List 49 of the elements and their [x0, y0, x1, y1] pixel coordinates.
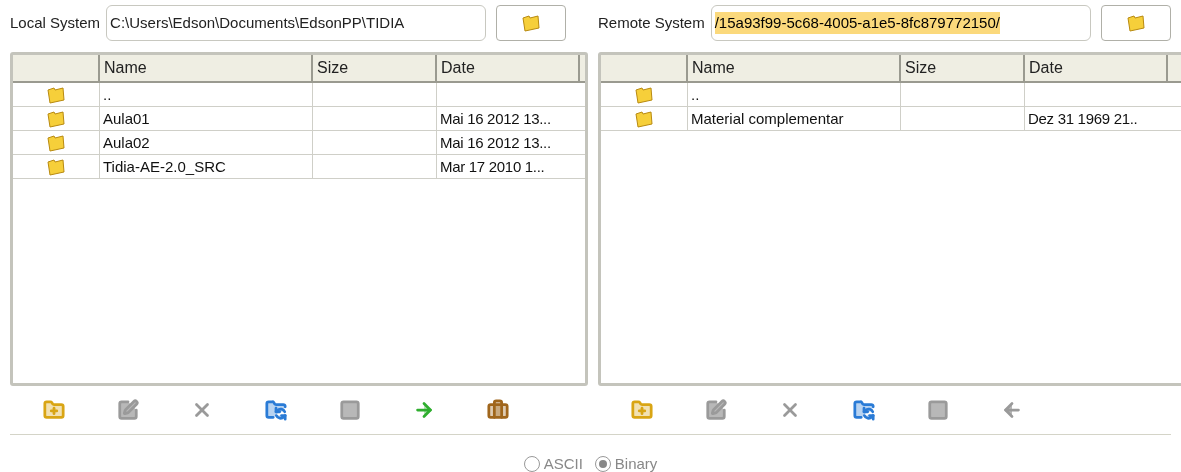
folder-arrows-icon	[265, 399, 287, 421]
column-header[interactable]: Date	[1025, 55, 1168, 81]
file-name: ..	[691, 86, 700, 103]
column-header[interactable]: Size	[313, 55, 437, 81]
file-name: Aula02	[103, 134, 150, 151]
file-row[interactable]: Tidia-AE-2.0_SRC Mar 17 2010 1...	[13, 155, 585, 179]
folder-icon	[634, 109, 654, 128]
arrow-right-icon	[413, 399, 435, 421]
folder-icon	[521, 14, 542, 32]
file-date: Mar 17 2010 1...	[440, 158, 545, 175]
file-name: Tidia-AE-2.0_SRC	[103, 158, 226, 175]
browse-button[interactable]	[496, 5, 567, 41]
path-field[interactable]: C:\Users\Edson\Documents\EdsonPP\TIDIA	[106, 5, 487, 41]
pencil-icon	[117, 399, 139, 421]
file-row[interactable]: Aula02 Mai 16 2012 13...	[13, 131, 585, 155]
folder-icon	[46, 109, 66, 128]
file-name: Material complementar	[691, 110, 844, 127]
transfer-mode-radio[interactable]: ASCII	[523, 453, 583, 472]
folder-icon	[634, 85, 654, 104]
pencil-icon	[705, 399, 727, 421]
file-row[interactable]: ..	[601, 83, 1181, 107]
file-name: ..	[103, 86, 112, 103]
folder-plus-icon	[43, 399, 65, 421]
browse-button[interactable]	[1100, 5, 1171, 41]
briefcase-icon	[487, 399, 509, 421]
arrow-left-icon	[1001, 399, 1023, 421]
column-header[interactable]: Name	[100, 55, 313, 81]
folder-icon	[46, 157, 66, 176]
folder-icon	[1125, 14, 1146, 32]
folder-icon	[46, 85, 66, 104]
column-header[interactable]: Date	[437, 55, 580, 81]
panel-label: Local System	[10, 12, 101, 33]
square-icon	[927, 399, 949, 421]
file-row[interactable]: Material complementar Dez 31 1969 21..	[601, 107, 1181, 131]
column-header[interactable]: Size	[901, 55, 1025, 81]
folder-icon	[46, 133, 66, 152]
file-row[interactable]: Aula01 Mai 16 2012 13...	[13, 107, 585, 131]
file-date: Mai 16 2012 13...	[440, 134, 551, 151]
folder-plus-icon	[631, 399, 653, 421]
panel-label: Remote System	[598, 12, 705, 33]
transfer-mode-radio[interactable]: Binary	[594, 453, 658, 472]
file-date: Dez 31 1969 21..	[1028, 110, 1138, 127]
folder-arrows-icon	[853, 399, 875, 421]
file-name: Aula01	[103, 110, 150, 127]
file-row[interactable]: ..	[13, 83, 585, 107]
column-header[interactable]: Name	[688, 55, 901, 81]
file-date: Mai 16 2012 13...	[440, 110, 551, 127]
square-icon	[339, 399, 361, 421]
path-field[interactable]: /15a93f99-5c68-4005-a1e5-8fc879772150/	[710, 5, 1091, 41]
